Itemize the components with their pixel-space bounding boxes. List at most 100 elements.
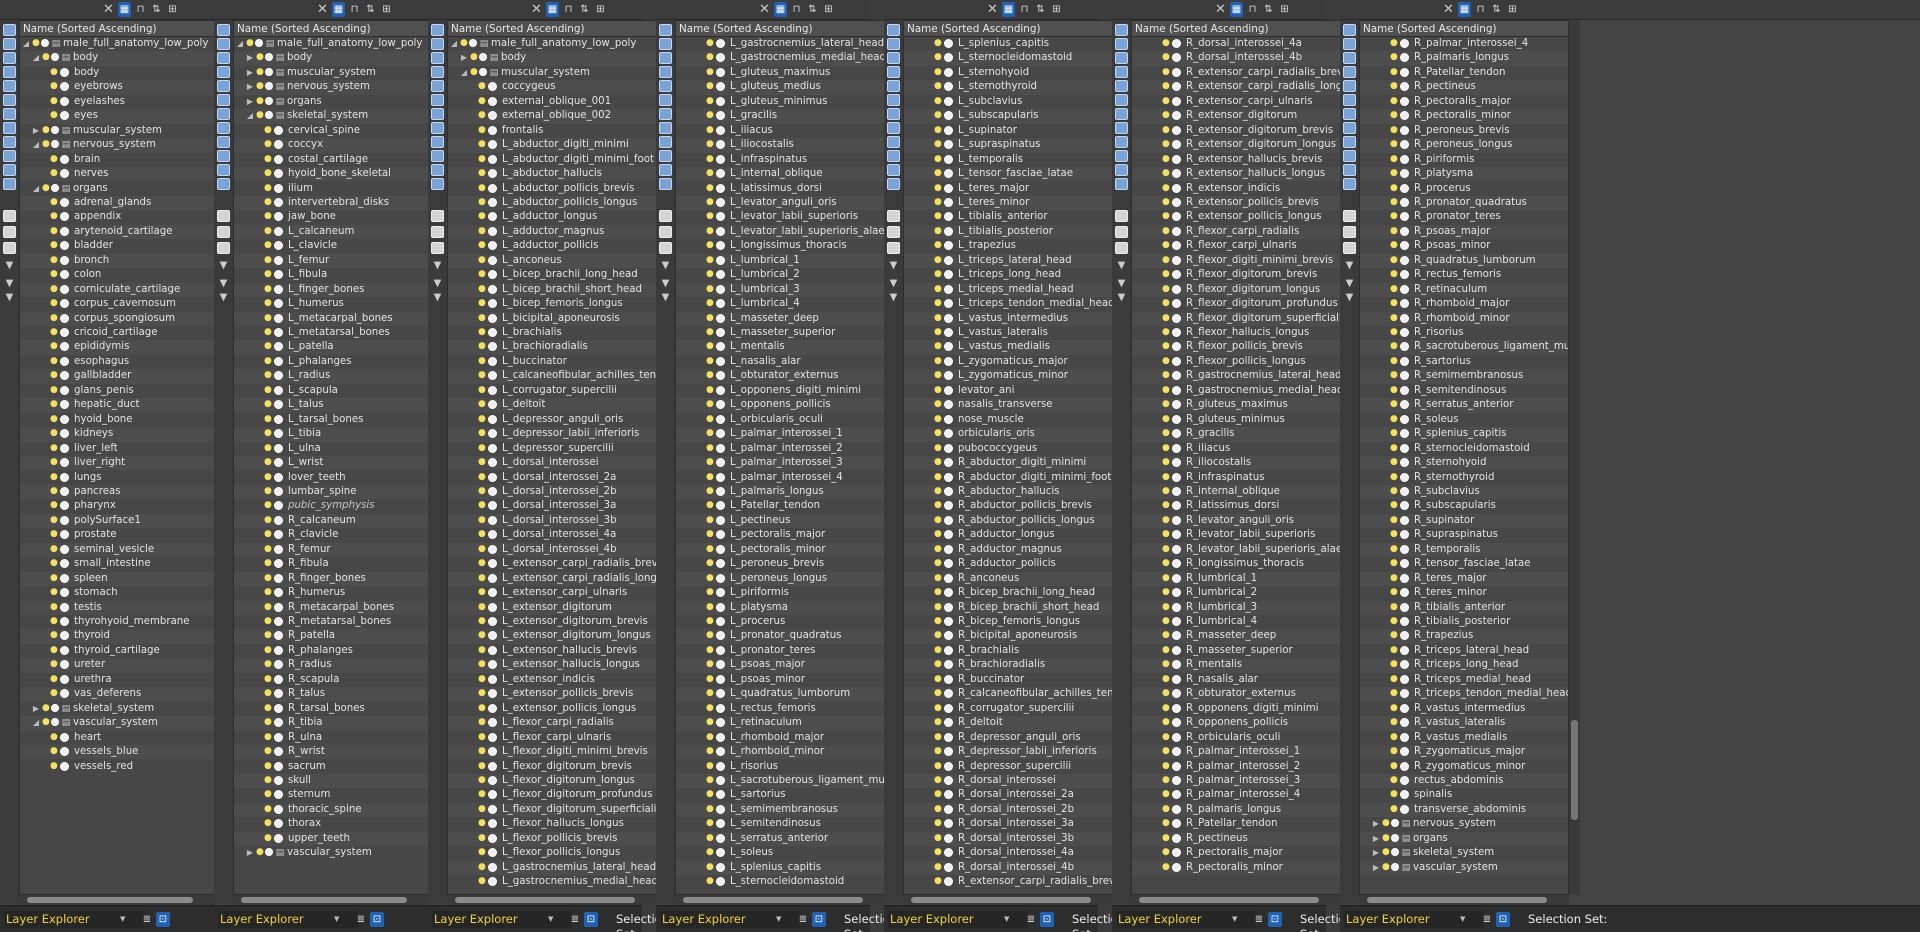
tree-row[interactable]: ● R_extensor_pollicis_longus: [1132, 210, 1340, 224]
tree-row[interactable]: ● R_bicep_brachii_short_head: [904, 600, 1112, 615]
filter-type-icon[interactable]: [1343, 24, 1356, 36]
filter-type-icon[interactable]: [217, 178, 230, 190]
filter-type-icon[interactable]: [659, 226, 672, 238]
render-sun-icon[interactable]: [1391, 833, 1399, 842]
tree-row[interactable]: ● R_infraspinatus: [1132, 471, 1340, 485]
tree-row[interactable]: ● R_extensor_digitorum_brevis: [1132, 124, 1340, 138]
expand-closed-icon[interactable]: ▶: [246, 51, 254, 65]
render-sun-icon[interactable]: [1172, 689, 1181, 699]
lightbulb-icon[interactable]: ●: [264, 674, 272, 684]
tree-row[interactable]: ● R_platysma: [1360, 167, 1568, 182]
render-sun-icon[interactable]: [944, 255, 953, 265]
tree-row[interactable]: ● L_extensor_carpi_ulnaris: [448, 586, 656, 600]
lightbulb-icon[interactable]: ●: [256, 53, 264, 62]
tree-row[interactable]: ● L_talus: [234, 398, 428, 413]
tree-row[interactable]: ● R_radius: [234, 658, 428, 673]
scrollbar-thumb[interactable]: [455, 897, 635, 903]
tree-row[interactable]: ● L_triceps_medial_head: [904, 282, 1112, 298]
render-sun-icon[interactable]: [1400, 241, 1409, 251]
filter-type-icon[interactable]: [887, 150, 900, 162]
lightbulb-icon[interactable]: ●: [706, 212, 714, 221]
expand-closed-icon[interactable]: ▶: [460, 51, 468, 65]
lightbulb-icon[interactable]: ●: [934, 501, 942, 510]
lightbulb-icon[interactable]: ●: [1390, 631, 1398, 640]
lightbulb-icon[interactable]: ●: [706, 689, 714, 698]
render-sun-icon[interactable]: [60, 515, 69, 525]
lightbulb-icon[interactable]: ●: [460, 39, 468, 48]
render-sun-icon[interactable]: [1172, 544, 1181, 554]
tree-row[interactable]: ● L_sartorius: [676, 788, 884, 802]
tree-row[interactable]: ▶ ● ▤ organs: [1360, 831, 1568, 847]
lightbulb-icon[interactable]: ●: [934, 674, 942, 684]
tree-row[interactable]: ● L_gastrocnemius_lateral_head: [448, 860, 656, 876]
expand-closed-icon[interactable]: ▶: [246, 846, 254, 860]
layer-add-icon[interactable]: ⊞: [1050, 2, 1063, 17]
render-sun-icon[interactable]: [716, 862, 725, 872]
close-icon[interactable]: ✕: [102, 2, 115, 17]
render-sun-icon[interactable]: [60, 356, 69, 366]
render-sun-icon[interactable]: [1400, 400, 1409, 410]
tree-row[interactable]: ● R_psoas_major: [1360, 224, 1568, 240]
lock-icon[interactable]: ⊓: [790, 2, 803, 17]
tree-row[interactable]: ● R_extensor_digitorum: [1132, 109, 1340, 124]
render-sun-icon[interactable]: [944, 270, 953, 280]
render-sun-icon[interactable]: [944, 443, 953, 453]
render-sun-icon[interactable]: [1400, 342, 1409, 352]
lightbulb-icon[interactable]: ●: [1390, 414, 1398, 424]
lightbulb-icon[interactable]: ●: [50, 530, 58, 539]
lightbulb-icon[interactable]: ●: [1390, 530, 1398, 539]
render-sun-icon[interactable]: [944, 371, 953, 381]
lightbulb-icon[interactable]: ●: [1390, 732, 1398, 742]
lightbulb-icon[interactable]: ●: [478, 169, 486, 178]
render-sun-icon[interactable]: [944, 486, 953, 496]
tree-row[interactable]: ● L_opponens_pollicis: [676, 398, 884, 413]
tree-row[interactable]: ● R_levator_anguli_oris: [1132, 513, 1340, 529]
render-sun-icon[interactable]: [716, 197, 725, 207]
tree-row[interactable]: ● R_extensor_pollicis_brevis: [1132, 195, 1340, 211]
lightbulb-icon[interactable]: ●: [1162, 67, 1170, 77]
layer-stack-icon[interactable]: ≣: [354, 912, 368, 927]
lightbulb-icon[interactable]: ●: [264, 226, 272, 236]
render-sun-icon[interactable]: [274, 169, 283, 179]
render-sun-icon[interactable]: [1172, 645, 1181, 655]
lightbulb-icon[interactable]: ●: [934, 443, 942, 453]
render-sun-icon[interactable]: [488, 313, 497, 323]
tree-row[interactable]: ● costal_cartilage: [234, 153, 428, 167]
render-sun-icon[interactable]: [1172, 660, 1181, 670]
lightbulb-icon[interactable]: ●: [1390, 313, 1398, 323]
tree-row[interactable]: ● eyelashes: [20, 95, 214, 109]
lightbulb-icon[interactable]: ●: [706, 284, 714, 294]
render-sun-icon[interactable]: [1172, 443, 1181, 453]
render-sun-icon[interactable]: [1400, 458, 1409, 468]
render-sun-icon[interactable]: [1400, 761, 1409, 771]
render-sun-icon[interactable]: [60, 385, 69, 395]
render-sun-icon[interactable]: [1400, 385, 1409, 395]
tree-row[interactable]: ● R_pectoralis_minor: [1360, 109, 1568, 124]
tree-row[interactable]: ● L_tibialis_posterior: [904, 224, 1112, 240]
tree-row[interactable]: ● sternum: [234, 788, 428, 802]
render-sun-icon[interactable]: [716, 775, 725, 785]
render-sun-icon[interactable]: [60, 559, 69, 569]
filter-type-icon[interactable]: [1115, 210, 1128, 222]
filter-type-icon[interactable]: ▼: [431, 278, 444, 290]
render-sun-icon[interactable]: [60, 458, 69, 468]
render-sun-icon[interactable]: [1172, 53, 1181, 63]
hierarchy-icon[interactable]: ⇅: [1490, 2, 1503, 17]
lightbulb-icon[interactable]: ●: [706, 747, 714, 756]
render-sun-icon[interactable]: [274, 212, 283, 222]
tree-row[interactable]: ● L_extensor_indicis: [448, 673, 656, 687]
lightbulb-icon[interactable]: ●: [1390, 183, 1398, 193]
lightbulb-icon[interactable]: ●: [50, 501, 58, 510]
render-sun-icon[interactable]: [274, 356, 283, 366]
filter-type-icon[interactable]: [3, 164, 16, 176]
tree-row[interactable]: ● R_abductor_hallucis: [904, 484, 1112, 500]
render-sun-icon[interactable]: [1172, 255, 1181, 265]
filter-icon[interactable]: ▦: [1458, 2, 1471, 17]
tree-row[interactable]: ● L_risorius: [676, 760, 884, 774]
lightbulb-icon[interactable]: ●: [478, 284, 486, 294]
tree-row[interactable]: ● L_dorsal_interossei_4a: [448, 528, 656, 542]
render-sun-icon[interactable]: [1172, 183, 1181, 193]
tree-row[interactable]: ● L_iliocostalis: [676, 138, 884, 153]
render-sun-icon[interactable]: [1400, 515, 1409, 525]
tree-row[interactable]: ● R_gluteus_minimus: [1132, 413, 1340, 427]
